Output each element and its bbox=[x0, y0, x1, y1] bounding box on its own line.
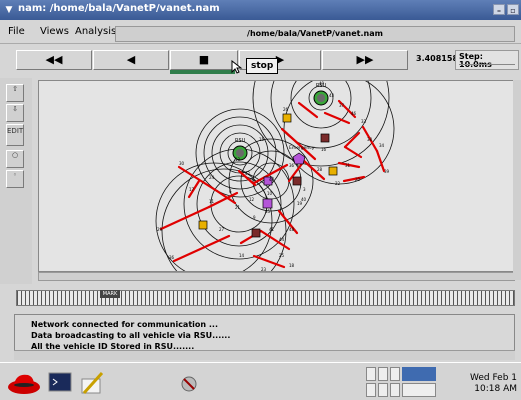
maximize-button[interactable]: ▫ bbox=[507, 4, 519, 15]
zoom-out-icon[interactable]: ⇩ bbox=[6, 104, 24, 122]
network-canvas[interactable]: RSU RSU Emergency 49 43 37 26 46 33 38 16 31 34 39… bbox=[38, 80, 515, 272]
notification-icon[interactable] bbox=[180, 375, 198, 393]
node-id-label: 19 bbox=[297, 201, 303, 206]
node-id-label: 14 bbox=[239, 253, 245, 258]
node-id-label: 15 bbox=[259, 137, 265, 142]
node-id-label: 41 bbox=[269, 227, 275, 232]
fast-forward-button[interactable]: ▶▶ bbox=[322, 50, 408, 70]
log-line: Data broadcasting to all vehicle via RSU… bbox=[31, 331, 231, 340]
log-line: Network connected for communication ... bbox=[31, 320, 218, 329]
node-id-label: 18 bbox=[289, 263, 295, 268]
emergency-label: Emergency bbox=[289, 145, 315, 151]
node-id-label: 10 bbox=[267, 191, 273, 196]
node-id-label: 17 bbox=[189, 187, 195, 192]
vehicle-node[interactable] bbox=[320, 133, 330, 143]
window-title: nam: /home/bala/VanetP/vanet.nam bbox=[18, 3, 220, 14]
node-id-label: 43 bbox=[329, 93, 335, 98]
menu-analysis[interactable]: Analysis bbox=[75, 26, 116, 37]
node-id-label: 37 bbox=[339, 103, 345, 108]
mouse-cursor-icon bbox=[231, 60, 243, 74]
node-id-label: 11 bbox=[209, 199, 215, 204]
workspace-switcher[interactable] bbox=[366, 367, 438, 397]
node-id-label: 27 bbox=[219, 227, 225, 232]
node-id-labels: 4943372646333816313439282022363024401042… bbox=[157, 81, 390, 271]
redhat-menu-icon[interactable] bbox=[6, 369, 46, 397]
vehicle-node[interactable] bbox=[251, 228, 261, 238]
node-id-label: 31 bbox=[345, 163, 351, 168]
clock-time: 10:18 AM bbox=[474, 384, 517, 394]
node-id-label: 28 bbox=[317, 167, 323, 172]
node-id-label: 36 bbox=[289, 163, 295, 168]
horizontal-scrollbar[interactable] bbox=[38, 272, 515, 281]
node-id-label: 36 bbox=[169, 255, 175, 260]
node-id-label: 33 bbox=[361, 119, 367, 124]
node-id-label: 21 bbox=[235, 205, 241, 210]
network-animation: RSU RSU Emergency 4943372646333816313439… bbox=[155, 81, 395, 271]
node-id-label: 16 bbox=[321, 147, 327, 152]
rsu-label: RSU bbox=[235, 138, 246, 144]
node-id-label: 48 bbox=[289, 227, 295, 232]
window-menu-icon[interactable]: ▼ bbox=[3, 4, 15, 16]
node-id-label: 24 bbox=[209, 175, 215, 180]
clock[interactable]: Wed Feb 1 10:18 AM bbox=[470, 373, 517, 395]
node-id-label: 3 bbox=[303, 187, 306, 192]
terminal-icon[interactable] bbox=[48, 371, 74, 395]
playback-progress-bar bbox=[170, 70, 235, 74]
circle-icon[interactable]: ○ bbox=[6, 150, 24, 168]
clock-date: Wed Feb 1 bbox=[469, 373, 517, 383]
node-id-label: 39 bbox=[384, 169, 390, 174]
vertical-scrollbar[interactable] bbox=[513, 80, 521, 280]
step-control[interactable]: Step: 10.0ms bbox=[455, 50, 519, 70]
log-scrollbar[interactable] bbox=[14, 350, 515, 360]
vehicle-node[interactable] bbox=[328, 166, 338, 176]
timeline-marker[interactable]: MARK bbox=[100, 290, 120, 298]
edit-button[interactable]: EDIT bbox=[6, 124, 24, 146]
stop-button[interactable]: ■ bbox=[170, 50, 238, 70]
stop-tooltip: stop bbox=[246, 58, 279, 74]
node-id-label: 20 bbox=[355, 177, 361, 182]
taskbar: Wed Feb 1 10:18 AM bbox=[0, 362, 521, 400]
zoom-in-icon[interactable]: ⇧ bbox=[6, 84, 24, 102]
node-id-label: 12 bbox=[249, 197, 255, 202]
step-back-button[interactable]: ◀ bbox=[93, 50, 169, 70]
minimize-button[interactable]: – bbox=[493, 4, 505, 15]
animation-timeline[interactable] bbox=[16, 290, 515, 306]
title-bar: ▼ nam: /home/bala/VanetP/vanet.nam – ▫ bbox=[0, 0, 521, 20]
node-id-label: 38 bbox=[367, 137, 373, 142]
node-id-label: 42 bbox=[245, 171, 251, 176]
step-slider[interactable] bbox=[459, 64, 515, 67]
menu-views[interactable]: Views bbox=[40, 26, 69, 37]
vehicle-node[interactable] bbox=[262, 198, 273, 209]
node-id-label: 22 bbox=[335, 181, 341, 186]
node-id-label: 47 bbox=[269, 177, 275, 182]
node-id-label: 45 bbox=[265, 209, 271, 214]
node-id-label: 26 bbox=[283, 107, 289, 112]
node-id-label: 6 bbox=[229, 189, 232, 194]
node-id-label: 49 bbox=[319, 81, 325, 86]
file-path-field: /home/bala/VanetP/vanet.nam bbox=[115, 26, 515, 42]
node-id-label: 44 bbox=[279, 237, 285, 242]
node-id-label: 13 bbox=[235, 157, 241, 162]
menu-file[interactable]: File bbox=[8, 26, 25, 37]
vehicle-node[interactable] bbox=[282, 113, 292, 123]
node-id-label: 25 bbox=[279, 253, 285, 258]
rewind-button[interactable]: ◀◀ bbox=[16, 50, 92, 70]
vehicle-node[interactable] bbox=[292, 176, 302, 186]
node-icon[interactable]: ◦ bbox=[6, 170, 24, 188]
node-id-label: 29 bbox=[157, 227, 163, 232]
edit-tool-strip: ⇧ ⇩ EDIT ○ ◦ bbox=[0, 78, 32, 284]
node-id-label: 30 bbox=[179, 161, 185, 166]
nam-window: ▼ nam: /home/bala/VanetP/vanet.nam – ▫ F… bbox=[0, 0, 521, 400]
time-readout: 3.408158 bbox=[416, 54, 459, 63]
node-id-label: 34 bbox=[379, 143, 385, 148]
node-id-label: 46 bbox=[351, 111, 357, 116]
vehicle-node[interactable] bbox=[198, 220, 208, 230]
node-id-label: 9 bbox=[253, 215, 256, 220]
text-editor-icon[interactable] bbox=[78, 369, 106, 397]
